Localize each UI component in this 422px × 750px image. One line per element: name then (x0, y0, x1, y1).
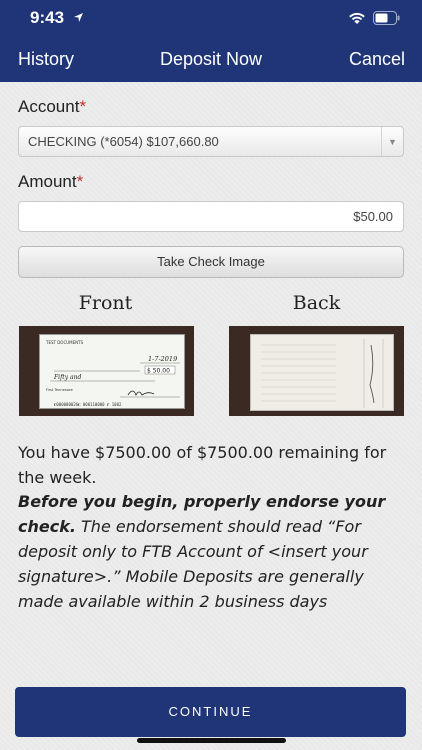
check-front-image[interactable]: TEST DOCUMENTS 1-7-2019 $ 50.00 Fifty an… (19, 326, 194, 416)
check-words-text: Fifty and (53, 374, 81, 381)
amount-label: Amount* (18, 172, 84, 191)
account-select[interactable]: CHECKING (*6054) $107,660.80 ▼ (18, 126, 404, 157)
battery-icon (373, 11, 400, 25)
check-back-drawing (261, 339, 384, 408)
chevron-down-icon: ▼ (381, 127, 403, 156)
account-select-value: CHECKING (*6054) $107,660.80 (28, 134, 219, 149)
check-header-text: TEST DOCUMENTS (45, 340, 84, 345)
take-check-image-button[interactable]: Take Check Image (18, 246, 404, 278)
check-back-image[interactable] (229, 326, 404, 416)
required-marker: * (76, 172, 84, 191)
check-date-text: 1-7-2019 (148, 355, 177, 363)
required-marker: * (79, 97, 87, 116)
check-front-paper: TEST DOCUMENTS 1-7-2019 $ 50.00 Fifty an… (39, 334, 185, 409)
endorsement-instructions: Before you begin, properly endorse your … (18, 489, 410, 614)
status-time: 9:43 (30, 8, 65, 27)
top-bar: 9:43 History Deposit Now Cancel (0, 0, 422, 82)
front-label: Front (78, 292, 133, 314)
remaining-limit-text: You have $7500.00 of $7500.00 remaining … (18, 443, 387, 487)
continue-button[interactable]: CONTINUE (15, 687, 406, 737)
check-bank-text: First Tennessee (46, 388, 73, 392)
account-label: Account* (18, 97, 87, 116)
location-arrow-icon (74, 13, 83, 22)
check-back-paper (250, 334, 394, 411)
wifi-icon (349, 12, 365, 24)
check-front-drawing: TEST DOCUMENTS 1-7-2019 $ 50.00 Fifty an… (45, 340, 180, 407)
back-label: Back (292, 292, 341, 314)
cancel-button[interactable]: Cancel (349, 49, 405, 70)
check-amount-text: $ 50.00 (147, 368, 170, 375)
home-indicator (137, 738, 286, 743)
nav-bar: History Deposit Now Cancel (0, 38, 422, 82)
amount-input[interactable]: $50.00 (18, 201, 404, 232)
status-bar: 9:43 (0, 0, 422, 38)
check-micr-text: ⑆000000026⑆ 000110000 ⑈ 1002 (54, 402, 122, 407)
